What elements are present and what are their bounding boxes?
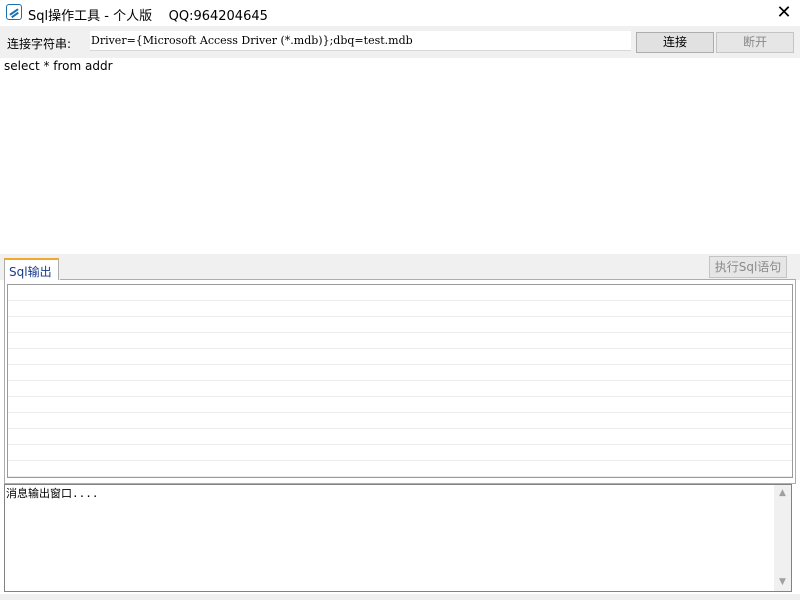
table-row xyxy=(8,317,792,333)
window-title: Sql操作工具 - 个人版 QQ:964204645 xyxy=(28,9,268,24)
table-row xyxy=(8,381,792,397)
scroll-down-icon[interactable]: ▼ xyxy=(774,574,791,591)
bottom-strip xyxy=(0,594,800,600)
connection-toolbar: 连接字符串: 连接 断开 xyxy=(0,26,800,58)
table-row xyxy=(8,445,792,461)
table-row xyxy=(8,397,792,413)
table-row xyxy=(8,301,792,317)
vertical-scrollbar[interactable]: ▲ ▼ xyxy=(774,485,791,591)
sql-output-panel xyxy=(4,280,796,484)
tab-sql-output[interactable]: Sql输出 xyxy=(4,258,59,280)
output-tabbar: Sql输出 执行Sql语句 xyxy=(0,254,800,280)
app-icon xyxy=(6,4,22,20)
message-output-box[interactable]: 消息输出窗口.... ▲ ▼ xyxy=(4,484,792,592)
table-row xyxy=(8,413,792,429)
disconnect-button[interactable]: 断开 xyxy=(716,32,794,53)
table-row xyxy=(8,349,792,365)
table-row xyxy=(8,333,792,349)
scroll-up-icon[interactable]: ▲ xyxy=(774,485,791,502)
table-row xyxy=(8,365,792,381)
connection-string-input[interactable] xyxy=(90,31,631,51)
table-row xyxy=(8,461,792,477)
sql-editor[interactable]: select * from addr xyxy=(0,58,800,254)
message-text: 消息输出窗口.... xyxy=(6,487,99,500)
connection-string-label: 连接字符串: xyxy=(7,37,72,51)
result-grid[interactable] xyxy=(7,284,793,478)
table-row xyxy=(8,429,792,445)
title-bar: Sql操作工具 - 个人版 QQ:964204645 ✕ xyxy=(0,0,800,26)
close-button[interactable]: ✕ xyxy=(768,0,800,26)
table-row xyxy=(8,285,792,301)
execute-sql-button[interactable]: 执行Sql语句 xyxy=(709,256,787,278)
tab-sql-output-label: Sql输出 xyxy=(9,265,52,279)
connect-button[interactable]: 连接 xyxy=(636,32,714,53)
sql-text: select * from addr xyxy=(4,59,113,73)
